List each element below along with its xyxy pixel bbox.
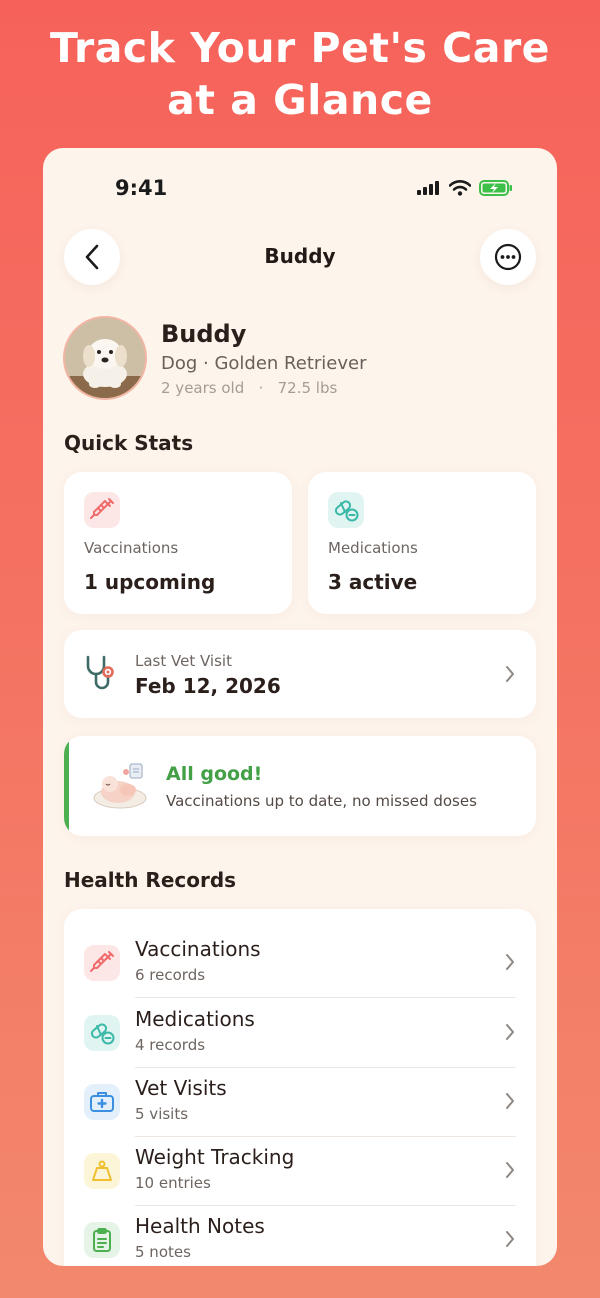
- last-vet-visit-date: Feb 12, 2026: [135, 674, 281, 698]
- stethoscope-icon: [86, 655, 114, 690]
- status-title: All good!: [166, 763, 263, 785]
- pet-meta: 2 years old · 72.5 lbs: [161, 379, 337, 397]
- phone-screen: 9:41 Buddy Buddy Dog · Golden Retriever …: [43, 148, 557, 1266]
- record-count: 10 entries: [135, 1174, 211, 1192]
- clipboard-icon: [84, 1222, 120, 1258]
- record-title: Medications: [135, 1007, 255, 1031]
- vaccinations-stat-card[interactable]: Vaccinations 1 upcoming: [64, 472, 292, 614]
- vaccinations-stat-value: 1 upcoming: [84, 570, 216, 594]
- pet-breed: Dog · Golden Retriever: [161, 353, 367, 374]
- weight-icon: [84, 1153, 120, 1189]
- last-vet-visit-card[interactable]: Last Vet Visit Feb 12, 2026: [64, 630, 536, 718]
- record-title: Vaccinations: [135, 937, 261, 961]
- syringe-icon: [84, 945, 120, 981]
- pet-avatar[interactable]: [63, 316, 147, 400]
- headline-line-1: Track Your Pet's Care: [50, 24, 550, 72]
- headline-line-2: at a Glance: [167, 76, 433, 124]
- chevron-right-icon: [506, 666, 514, 682]
- record-item-health-notes[interactable]: Health Notes 5 notes: [64, 1206, 536, 1266]
- battery-charging-icon: [479, 180, 512, 196]
- record-count: 5 notes: [135, 1243, 191, 1261]
- chevron-right-icon: [506, 1231, 514, 1247]
- chevron-right-icon: [506, 1162, 514, 1178]
- status-icons: [417, 180, 513, 196]
- ellipsis-circle-icon: [494, 243, 522, 271]
- last-vet-visit-label: Last Vet Visit: [135, 652, 232, 670]
- status-accent-bar: [64, 736, 69, 836]
- meta-separator: ·: [258, 379, 264, 397]
- syringe-icon: [84, 492, 120, 528]
- chevron-right-icon: [506, 1024, 514, 1040]
- record-title: Vet Visits: [135, 1076, 227, 1100]
- record-item-vet-visits[interactable]: Vet Visits 5 visits: [64, 1068, 536, 1137]
- health-status-card: All good! Vaccinations up to date, no mi…: [64, 736, 536, 836]
- status-subtitle: Vaccinations up to date, no missed doses: [166, 792, 477, 810]
- health-records-list: Vaccinations 6 records Medications 4 rec…: [64, 909, 536, 1266]
- medications-stat-card[interactable]: Medications 3 active: [308, 472, 536, 614]
- record-count: 4 records: [135, 1036, 206, 1054]
- medical-kit-icon: [84, 1084, 120, 1120]
- pill-icon: [328, 492, 364, 528]
- health-records-title: Health Records: [64, 868, 237, 892]
- record-title: Weight Tracking: [135, 1145, 295, 1169]
- record-item-vaccinations[interactable]: Vaccinations 6 records: [64, 929, 536, 998]
- chevron-right-icon: [506, 1093, 514, 1109]
- quick-stats-title: Quick Stats: [64, 431, 194, 455]
- medications-stat-label: Medications: [328, 539, 418, 557]
- pet-age: 2 years old: [161, 379, 245, 397]
- status-time: 9:41: [115, 176, 168, 200]
- medications-stat-value: 3 active: [328, 570, 418, 594]
- record-item-medications[interactable]: Medications 4 records: [64, 999, 536, 1068]
- more-options-button[interactable]: [480, 229, 536, 285]
- sleeping-pet-illustration: [93, 763, 147, 809]
- record-item-weight-tracking[interactable]: Weight Tracking 10 entries: [64, 1137, 536, 1206]
- chevron-right-icon: [506, 954, 514, 970]
- headline: Track Your Pet's Care at a Glance: [0, 22, 600, 126]
- pet-weight: 72.5 lbs: [277, 379, 338, 397]
- vaccinations-stat-label: Vaccinations: [84, 539, 179, 557]
- record-count: 6 records: [135, 966, 206, 984]
- record-title: Health Notes: [135, 1214, 265, 1238]
- pet-profile: Buddy Dog · Golden Retriever 2 years old…: [63, 316, 533, 402]
- status-bar: 9:41: [43, 148, 557, 228]
- pet-name: Buddy: [161, 320, 247, 348]
- puppy-photo: [65, 318, 145, 398]
- wifi-icon: [449, 180, 471, 196]
- pill-icon: [84, 1015, 120, 1051]
- divider: [135, 997, 516, 998]
- record-count: 5 visits: [135, 1105, 189, 1123]
- cellular-signal-icon: [417, 181, 439, 195]
